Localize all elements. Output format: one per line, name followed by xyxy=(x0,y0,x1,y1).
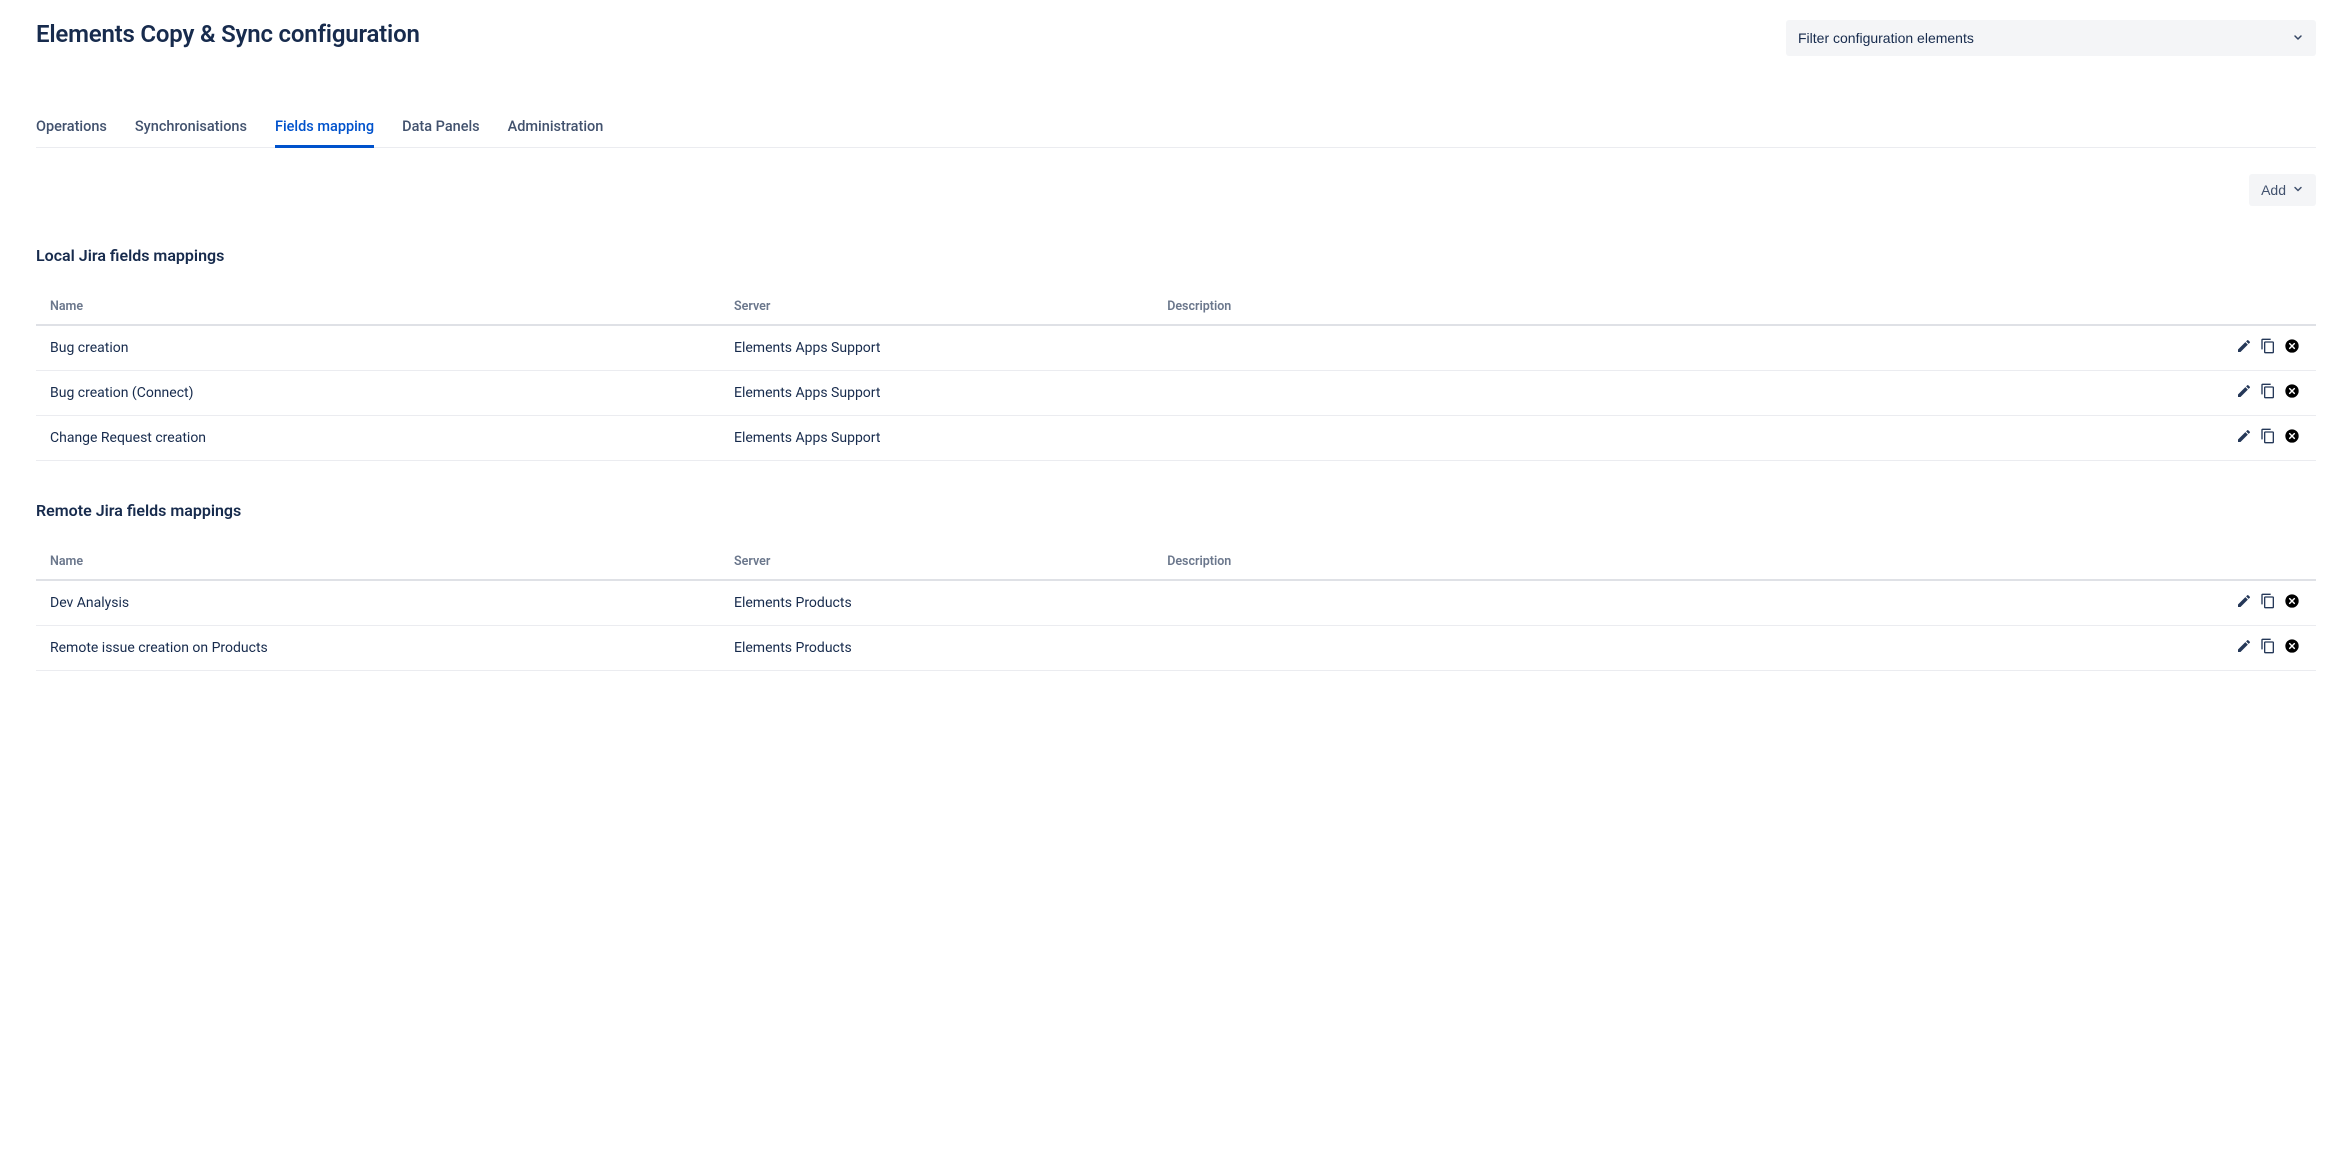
close-circle-icon xyxy=(2284,338,2300,354)
copy-button[interactable] xyxy=(2260,638,2276,654)
copy-button[interactable] xyxy=(2260,338,2276,354)
pencil-icon xyxy=(2236,638,2252,654)
cell-description xyxy=(1153,325,2206,371)
copy-icon xyxy=(2260,383,2276,399)
pencil-icon xyxy=(2236,428,2252,444)
mappings-table: NameServerDescriptionDev AnalysisElement… xyxy=(36,544,2316,671)
section-title: Local Jira fields mappings xyxy=(36,246,2316,265)
copy-button[interactable] xyxy=(2260,428,2276,444)
delete-button[interactable] xyxy=(2284,428,2300,444)
delete-button[interactable] xyxy=(2284,383,2300,399)
table-row: Bug creation (Connect)Elements Apps Supp… xyxy=(36,371,2316,416)
column-header-actions xyxy=(2206,544,2316,580)
cell-server: Elements Apps Support xyxy=(720,325,1153,371)
cell-actions xyxy=(2206,626,2316,671)
edit-button[interactable] xyxy=(2236,428,2252,444)
cell-name: Remote issue creation on Products xyxy=(36,626,720,671)
tab-synchronisations[interactable]: Synchronisations xyxy=(135,112,247,148)
table-row: Change Request creationElements Apps Sup… xyxy=(36,416,2316,461)
column-header-name: Name xyxy=(36,544,720,580)
cell-description xyxy=(1153,371,2206,416)
copy-button[interactable] xyxy=(2260,383,2276,399)
cell-server: Elements Apps Support xyxy=(720,371,1153,416)
cell-actions xyxy=(2206,416,2316,461)
copy-icon xyxy=(2260,428,2276,444)
filter-select-input[interactable]: Filter configuration elements xyxy=(1786,20,2316,56)
cell-server: Elements Apps Support xyxy=(720,416,1153,461)
tab-data-panels[interactable]: Data Panels xyxy=(402,112,480,148)
table-row: Bug creationElements Apps Support xyxy=(36,325,2316,371)
column-header-desc: Description xyxy=(1153,544,2206,580)
copy-icon xyxy=(2260,338,2276,354)
close-circle-icon xyxy=(2284,428,2300,444)
table-row: Dev AnalysisElements Products xyxy=(36,580,2316,626)
tab-operations[interactable]: Operations xyxy=(36,112,107,148)
column-header-name: Name xyxy=(36,289,720,325)
pencil-icon xyxy=(2236,593,2252,609)
section-title: Remote Jira fields mappings xyxy=(36,501,2316,520)
cell-actions xyxy=(2206,371,2316,416)
cell-name: Dev Analysis xyxy=(36,580,720,626)
pencil-icon xyxy=(2236,383,2252,399)
cell-name: Bug creation (Connect) xyxy=(36,371,720,416)
delete-button[interactable] xyxy=(2284,593,2300,609)
page-title: Elements Copy & Sync configuration xyxy=(36,20,420,48)
mappings-table: NameServerDescriptionBug creationElement… xyxy=(36,289,2316,461)
filter-select[interactable]: Filter configuration elements xyxy=(1786,20,2316,56)
column-header-actions xyxy=(2206,289,2316,325)
column-header-server: Server xyxy=(720,544,1153,580)
cell-name: Change Request creation xyxy=(36,416,720,461)
edit-button[interactable] xyxy=(2236,338,2252,354)
delete-button[interactable] xyxy=(2284,338,2300,354)
pencil-icon xyxy=(2236,338,2252,354)
add-button-label: Add xyxy=(2261,182,2286,198)
close-circle-icon xyxy=(2284,383,2300,399)
chevron-down-icon xyxy=(2292,182,2304,198)
copy-icon xyxy=(2260,593,2276,609)
cell-description xyxy=(1153,580,2206,626)
cell-name: Bug creation xyxy=(36,325,720,371)
cell-server: Elements Products xyxy=(720,580,1153,626)
cell-server: Elements Products xyxy=(720,626,1153,671)
column-header-server: Server xyxy=(720,289,1153,325)
table-row: Remote issue creation on ProductsElement… xyxy=(36,626,2316,671)
cell-actions xyxy=(2206,325,2316,371)
delete-button[interactable] xyxy=(2284,638,2300,654)
edit-button[interactable] xyxy=(2236,593,2252,609)
close-circle-icon xyxy=(2284,593,2300,609)
edit-button[interactable] xyxy=(2236,638,2252,654)
cell-actions xyxy=(2206,580,2316,626)
cell-description xyxy=(1153,626,2206,671)
column-header-desc: Description xyxy=(1153,289,2206,325)
copy-icon xyxy=(2260,638,2276,654)
tab-fields-mapping[interactable]: Fields mapping xyxy=(275,112,374,148)
cell-description xyxy=(1153,416,2206,461)
add-button[interactable]: Add xyxy=(2249,174,2316,206)
tab-administration[interactable]: Administration xyxy=(508,112,604,148)
edit-button[interactable] xyxy=(2236,383,2252,399)
tabs: Operations Synchronisations Fields mapping… xyxy=(36,112,2316,148)
close-circle-icon xyxy=(2284,638,2300,654)
copy-button[interactable] xyxy=(2260,593,2276,609)
